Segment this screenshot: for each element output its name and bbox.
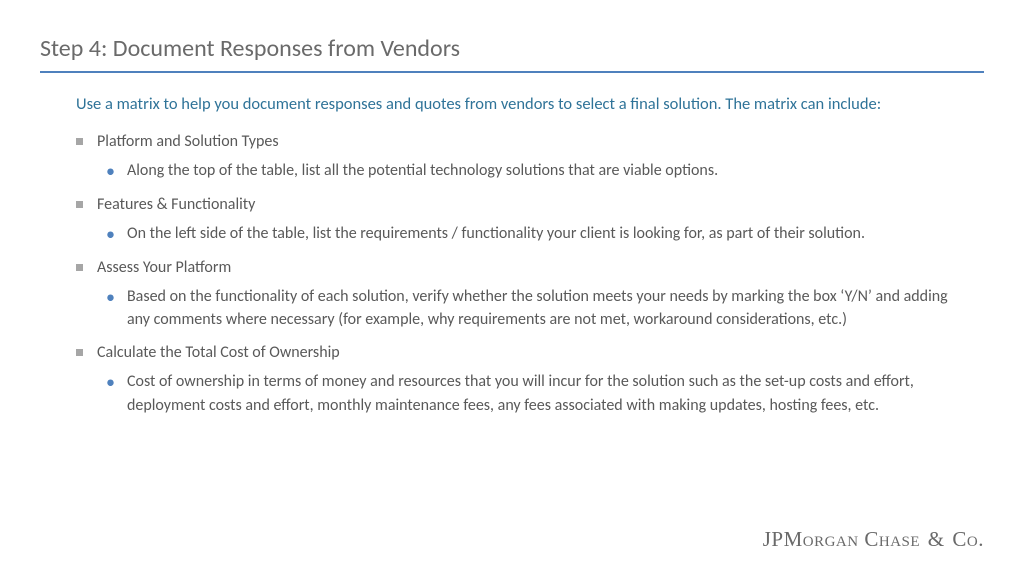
logo-part: C — [859, 527, 879, 551]
list-subitem: • Along the top of the table, list all t… — [106, 159, 964, 183]
title-rule — [40, 71, 984, 73]
logo-part: hase — [879, 527, 920, 551]
logo-part: organ — [803, 527, 859, 551]
square-bullet-icon — [76, 349, 83, 356]
subitem-text: Along the top of the table, list all the… — [127, 159, 718, 182]
list-item: Assess Your Platform — [76, 256, 964, 279]
logo-part: JPM — [763, 527, 803, 551]
item-label: Assess Your Platform — [97, 256, 231, 279]
intro-text: Use a matrix to help you document respon… — [40, 93, 984, 116]
dot-bullet-icon: • — [106, 161, 115, 183]
subitem-text: Cost of ownership in terms of money and … — [127, 370, 964, 416]
list-item: Calculate the Total Cost of Ownership — [76, 341, 964, 364]
list-subitem: • On the left side of the table, list th… — [106, 222, 964, 246]
slide: Step 4: Document Responses from Vendors … — [0, 0, 1024, 417]
square-bullet-icon — [76, 264, 83, 271]
list-subitem: • Cost of ownership in terms of money an… — [106, 370, 964, 416]
list-subitem: • Based on the functionality of each sol… — [106, 285, 964, 331]
dot-bullet-icon: • — [106, 224, 115, 246]
square-bullet-icon — [76, 201, 83, 208]
dot-bullet-icon: • — [106, 372, 115, 394]
logo-part: C — [952, 527, 967, 551]
item-label: Features & Functionality — [97, 193, 255, 216]
square-bullet-icon — [76, 138, 83, 145]
list-item: Features & Functionality — [76, 193, 964, 216]
subitem-text: Based on the functionality of each solut… — [127, 285, 964, 331]
jpmc-logo: JPMorgan Chase & Co. — [763, 527, 984, 552]
item-label: Calculate the Total Cost of Ownership — [97, 341, 340, 364]
logo-part: & — [922, 527, 950, 551]
item-label: Platform and Solution Types — [97, 130, 279, 153]
dot-bullet-icon: • — [106, 287, 115, 309]
slide-title: Step 4: Document Responses from Vendors — [40, 34, 984, 63]
subitem-text: On the left side of the table, list the … — [127, 222, 865, 245]
bullet-list: Platform and Solution Types • Along the … — [40, 130, 984, 417]
list-item: Platform and Solution Types — [76, 130, 964, 153]
logo-part: o. — [967, 527, 984, 551]
